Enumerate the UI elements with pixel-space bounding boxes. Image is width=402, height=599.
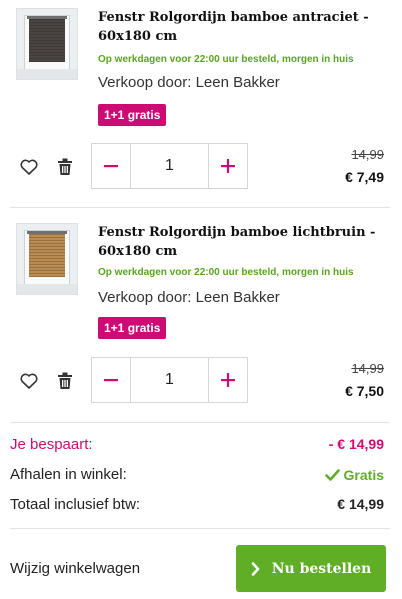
- total-label: Totaal inclusief btw:: [10, 496, 141, 513]
- total-row: Totaal inclusief btw: € 14,99: [10, 496, 384, 513]
- favorite-button[interactable]: [19, 157, 39, 177]
- product-title[interactable]: Fenstr Rolgordijn bamboe lichtbruin - 60…: [98, 223, 388, 261]
- window-frame: [24, 230, 70, 288]
- quantity-stepper: 1: [91, 357, 248, 403]
- increase-button[interactable]: [208, 144, 247, 188]
- heart-icon: [20, 373, 38, 389]
- blind-rail: [27, 16, 67, 19]
- decrease-button[interactable]: [92, 358, 131, 402]
- savings-row: Je bespaart: - € 14,99: [10, 436, 384, 453]
- item-price: € 7,50: [345, 383, 384, 399]
- window-sill: [17, 69, 77, 79]
- item-price: € 7,49: [345, 169, 384, 185]
- pickup-value: Gratis: [324, 466, 384, 483]
- blind-graphic: [29, 233, 65, 277]
- increase-button[interactable]: [208, 358, 247, 402]
- quantity-input[interactable]: 1: [131, 358, 208, 402]
- chevron-right-icon: [251, 561, 260, 576]
- promo-badge: 1+1 gratis: [98, 317, 167, 339]
- blind-graphic: [29, 18, 65, 62]
- window-sill: [17, 284, 77, 294]
- total-value: € 14,99: [337, 496, 384, 512]
- promo-badge: 1+1 gratis: [98, 104, 167, 126]
- savings-label: Je bespaart:: [10, 436, 93, 453]
- quantity-input[interactable]: 1: [131, 144, 208, 188]
- trash-icon: [58, 158, 72, 175]
- product-image[interactable]: [16, 8, 78, 80]
- edit-cart-link[interactable]: Wijzig winkelwagen: [10, 560, 140, 577]
- product-title[interactable]: Fenstr Rolgordijn bamboe antraciet - 60x…: [98, 8, 388, 46]
- pickup-row: Afhalen in winkel: Gratis: [10, 466, 384, 483]
- divider: [10, 528, 390, 529]
- delivery-info: Op werkdagen voor 22:00 uur besteld, mor…: [98, 267, 354, 278]
- minus-icon: [104, 379, 118, 382]
- trash-icon: [58, 372, 72, 389]
- divider: [10, 207, 390, 208]
- quantity-stepper: 1: [91, 143, 248, 189]
- window-frame: [24, 15, 70, 73]
- pickup-label: Afhalen in winkel:: [10, 466, 127, 483]
- favorite-button[interactable]: [19, 371, 39, 391]
- old-price: 14,99: [351, 361, 384, 376]
- seller-info: Verkoop door: Leen Bakker: [98, 74, 280, 91]
- delete-button[interactable]: [55, 157, 75, 177]
- minus-icon: [104, 165, 118, 168]
- cart-item: Fenstr Rolgordijn bamboe lichtbruin - 60…: [0, 223, 402, 423]
- old-price: 14,99: [351, 147, 384, 162]
- divider: [10, 422, 390, 423]
- blind-rail: [27, 231, 67, 234]
- delivery-info: Op werkdagen voor 22:00 uur besteld, mor…: [98, 54, 354, 65]
- product-image[interactable]: [16, 223, 78, 295]
- delete-button[interactable]: [55, 371, 75, 391]
- decrease-button[interactable]: [92, 144, 131, 188]
- pickup-value-text: Gratis: [343, 466, 384, 483]
- cart-item: Fenstr Rolgordijn bamboe antraciet - 60x…: [0, 8, 402, 208]
- checkout-button[interactable]: Nu bestellen: [236, 545, 386, 592]
- seller-info: Verkoop door: Leen Bakker: [98, 289, 280, 306]
- plus-icon: [221, 159, 235, 173]
- savings-value: - € 14,99: [328, 436, 384, 452]
- plus-icon: [221, 373, 235, 387]
- heart-icon: [20, 159, 38, 175]
- check-icon: [324, 468, 340, 481]
- checkout-label: Nu bestellen: [271, 560, 372, 577]
